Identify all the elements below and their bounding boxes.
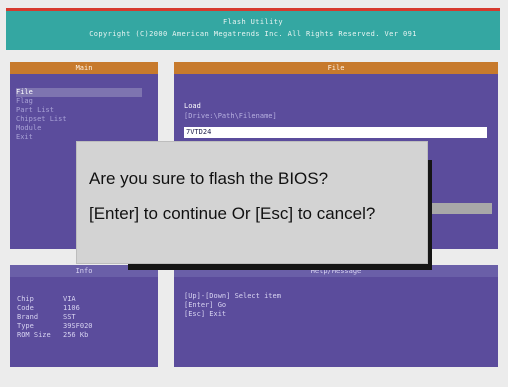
info-type-value: 39SF020 [63,322,93,330]
copyright-text: Copyright (C)2000 American Megatrends In… [89,30,417,38]
app-title: Flash Utility [223,18,283,26]
flash-confirm-dialog[interactable]: Are you sure to flash the BIOS? [Enter] … [76,141,428,264]
help-line-3: [Esc] Exit [184,310,227,318]
progress-bar-placeholder [428,203,492,214]
menu-item-exit[interactable]: Exit [16,133,33,142]
help-line-2: [Enter] Go [184,301,227,309]
menu-item-file[interactable]: File [16,88,142,97]
info-brand-value: SST [63,313,76,321]
info-brand-label: Brand [17,313,39,321]
title-bar: Flash Utility Copyright (C)2000 American… [6,8,500,50]
dialog-instructions: [Enter] to continue Or [Esc] to cancel? [89,204,376,223]
info-panel: Info Chip VIA Code 1106 Brand SST Type 3… [10,265,158,367]
info-chip-value: VIA [63,295,76,303]
menu-item-flag[interactable]: Flag [16,97,33,106]
help-panel: Help/Message [Up]-[Down] Select item [En… [174,265,498,367]
bios-flash-screen: Flash Utility Copyright (C)2000 American… [0,0,508,387]
menu-item-part-list[interactable]: Part List [16,106,54,115]
info-code-label: Code [17,304,34,312]
file-panel-header: File [174,62,498,74]
filename-input[interactable]: 7VTD24 [184,127,487,138]
info-romsize-value: 256 Kb [63,331,89,339]
main-panel-header: Main [10,62,158,74]
info-code-value: 1106 [63,304,80,312]
help-line-1: [Up]-[Down] Select item [184,292,281,300]
menu-item-module[interactable]: Module [16,124,41,133]
info-chip-label: Chip [17,295,34,303]
dialog-question: Are you sure to flash the BIOS? [89,169,329,188]
info-type-label: Type [17,322,34,330]
path-hint: [Drive:\Path\Filename] [184,112,277,120]
info-romsize-label: ROM Size [17,331,51,339]
load-label: Load [184,102,201,110]
menu-item-chipset-list[interactable]: Chipset List [16,115,67,124]
